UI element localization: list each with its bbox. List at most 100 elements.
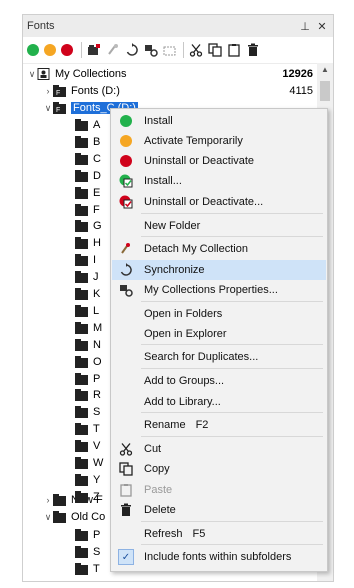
tree-item-label: T (93, 563, 100, 575)
toolbar-separator (81, 42, 82, 58)
svg-text:F: F (56, 90, 60, 97)
menu-item-uninstall-dialog[interactable]: Uninstall or Deactivate... (112, 192, 326, 212)
install-green-dot-icon[interactable] (27, 44, 39, 56)
font-folder-icon: F (53, 85, 67, 97)
chevron-down-icon[interactable]: ∨ (43, 103, 53, 114)
uninstall-dialog-icon (112, 195, 140, 209)
menu-item-activate-temporarily[interactable]: Activate Temporarily (112, 131, 326, 151)
tree-item-label: O (93, 355, 102, 368)
folder-icon (75, 203, 89, 216)
close-icon[interactable]: ✕ (315, 20, 329, 33)
scroll-up-icon[interactable]: ▲ (317, 65, 333, 74)
detach-icon[interactable] (104, 41, 122, 59)
menu-item-label: Add to Library... (144, 396, 221, 408)
menu-item-include-fonts-within-subfolders[interactable]: ✓ Include fonts within subfolders (112, 547, 326, 567)
menu-item-my-collections-properties[interactable]: My Collections Properties... (112, 280, 326, 300)
folder-icon (75, 169, 89, 182)
menu-item-open-in-explorer[interactable]: Open in Explorer (112, 324, 326, 344)
panel-title: Fonts (27, 20, 55, 32)
properties-icon[interactable] (142, 41, 160, 59)
activate-orange-dot-icon[interactable] (44, 44, 56, 56)
add-collection-icon[interactable] (85, 41, 103, 59)
scrollbar-thumb[interactable] (320, 81, 330, 101)
menu-item-label: Open in Folders (144, 308, 223, 320)
font-folder-icon (53, 494, 67, 506)
menu-item-label: Refresh (144, 528, 183, 540)
folder-icon (75, 490, 89, 503)
folder-icon (75, 271, 89, 284)
tree-item-label: E (93, 186, 101, 199)
menu-item-label: Add to Groups... (144, 375, 225, 387)
tree-item-label: B (93, 135, 101, 148)
tree-item-label: I (93, 254, 97, 267)
tree-item-label: R (93, 389, 101, 402)
menu-item-detach-my-collection[interactable]: Detach My Collection (112, 239, 326, 259)
synchronize-icon (112, 263, 140, 277)
copy-icon[interactable] (206, 41, 224, 59)
paste-icon (112, 483, 140, 497)
uninstall-red-dot-icon[interactable] (61, 44, 73, 56)
chevron-down-icon[interactable]: ∨ (43, 512, 53, 523)
menu-item-synchronize[interactable]: Synchronize (112, 260, 326, 280)
menu-item-label: Uninstall or Deactivate (144, 155, 255, 167)
synchronize-icon[interactable] (123, 41, 141, 59)
menu-item-label: My Collections Properties... (144, 284, 278, 296)
menu-item-uninstall-or-deactivate[interactable]: Uninstall or Deactivate (112, 151, 326, 171)
menu-item-new-folder[interactable]: New Folder (112, 216, 326, 236)
menu-item-label: Install (144, 115, 173, 127)
tree-item-label: A (93, 119, 101, 131)
paste-icon[interactable] (225, 41, 243, 59)
menu-item-delete[interactable]: Delete (112, 500, 326, 520)
menu-item-copy[interactable]: Copy (112, 459, 326, 479)
folder-icon (75, 563, 89, 575)
menu-item-add-to-groups[interactable]: Add to Groups... (112, 371, 326, 391)
menu-item-search-for-duplicates[interactable]: Search for Duplicates... (112, 347, 326, 367)
collection-count: 4115 (289, 85, 313, 97)
tree-item-label: D (93, 169, 101, 182)
tree-item-label: Fonts (D:) (71, 85, 120, 97)
tree-item-label: P (93, 529, 101, 541)
menu-item-refresh[interactable]: Refresh F5 (112, 524, 326, 544)
folder-icon (75, 529, 89, 541)
tree-item-label: Y (93, 473, 101, 486)
svg-text:F: F (56, 107, 60, 114)
menu-item-add-to-library[interactable]: Add to Library... (112, 392, 326, 412)
menu-item-install-dialog[interactable]: Install... (112, 171, 326, 191)
chevron-down-icon[interactable]: ∨ (27, 69, 37, 80)
menu-item-cut[interactable]: Cut (112, 439, 326, 459)
tree-item-fonts-d[interactable]: › F Fonts (D:) 4115 (43, 83, 317, 99)
delete-icon[interactable] (244, 41, 262, 59)
folder-icon (75, 406, 89, 419)
chevron-right-icon[interactable]: › (43, 86, 53, 96)
menu-item-label: Search for Duplicates... (144, 351, 259, 363)
cut-icon[interactable] (187, 41, 205, 59)
folder-icon (75, 473, 89, 486)
folder-icon (75, 389, 89, 402)
tree-item-my-collections[interactable]: ∨ My Collections 12926 (27, 66, 317, 82)
menu-item-label: Copy (144, 463, 170, 475)
font-folder-icon (53, 511, 67, 523)
menu-item-label: Paste (144, 484, 173, 496)
menu-item-label: Detach My Collection (144, 243, 248, 255)
install-dialog-icon (112, 174, 140, 188)
tree-item-label: K (93, 288, 101, 300)
folder-icon (75, 372, 89, 385)
menu-separator (141, 436, 323, 437)
detach-icon (112, 242, 140, 256)
folder-icon (75, 119, 89, 131)
menu-item-label: Delete (144, 504, 176, 516)
menu-item-install[interactable]: Install (112, 111, 326, 131)
menu-separator (141, 301, 323, 302)
menu-separator (141, 521, 323, 522)
menu-item-shortcut: F5 (192, 528, 206, 540)
folder-icon[interactable] (161, 41, 179, 59)
menu-item-label: Uninstall or Deactivate... (144, 196, 264, 208)
folder-icon (75, 220, 89, 233)
menu-item-paste[interactable]: Paste (112, 480, 326, 500)
toolbar-separator (183, 42, 184, 58)
menu-item-open-in-folders[interactable]: Open in Folders (112, 304, 326, 324)
chevron-right-icon[interactable]: › (43, 495, 53, 505)
pin-icon[interactable]: ⊥ (298, 20, 312, 33)
menu-item-rename[interactable]: Rename F2 (112, 415, 326, 435)
menu-item-label: Include fonts within subfolders (144, 551, 292, 563)
